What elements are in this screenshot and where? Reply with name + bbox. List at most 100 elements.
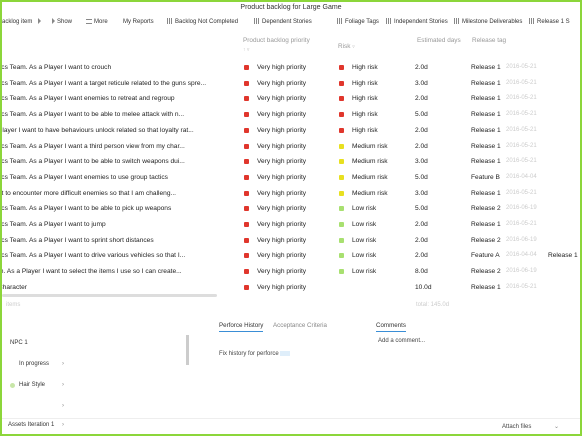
release-date: 2016-05-21: [506, 221, 537, 227]
vertical-scrollbar[interactable]: [186, 335, 189, 365]
risk-indicator: [339, 80, 344, 86]
estimated-days: 3.0d: [415, 189, 428, 197]
toolbar-item-6[interactable]: Foliage Tags: [337, 16, 379, 28]
story-title: tics Team. As a Player I want enemies to…: [0, 173, 168, 181]
priority-indicator: [244, 253, 249, 259]
priority-label: Very high priority: [257, 221, 307, 228]
toolbar-item-5[interactable]: Dependent Stories: [254, 16, 312, 28]
left-panel-item[interactable]: In progress: [19, 361, 49, 367]
table-footer-count: items: [6, 302, 21, 308]
estimated-days: 3.0d: [415, 79, 428, 87]
table-row[interactable]: tics Team. As a Player I want to be able…: [2, 154, 580, 170]
risk-indicator: [339, 206, 344, 212]
priority-label: Very high priority: [257, 142, 307, 150]
toolbar-item-2[interactable]: More: [86, 16, 108, 28]
risk-indicator: [339, 269, 344, 275]
risk-label: High risk: [352, 126, 378, 134]
chevron-right-icon[interactable]: ›: [62, 382, 64, 388]
release-tag: Release 1: [471, 95, 501, 103]
estimated-days: 2.0d: [415, 126, 428, 134]
header-priority[interactable]: Product backlog priority ↑ ▿: [243, 36, 313, 55]
risk-indicator: [339, 96, 344, 102]
tab-comments[interactable]: Comments: [376, 322, 406, 332]
estimated-days: 2.0d: [415, 64, 428, 71]
toolbar-item-label: Independent Stories: [394, 19, 448, 25]
left-panel-item[interactable]: NPC 1: [10, 340, 28, 346]
story-title: Player I want to have behaviours unlock …: [0, 126, 194, 134]
chevron-right-icon[interactable]: ›: [62, 422, 64, 428]
chevron-right-icon[interactable]: ›: [62, 361, 64, 367]
release-tag: Release 1: [471, 221, 501, 228]
left-panel-item[interactable]: Hair Style: [19, 382, 45, 388]
table-row[interactable]: tics Team. As a Player I want a target r…: [2, 76, 580, 92]
story-title: m. As a Player I want to select the item…: [0, 268, 182, 276]
risk-label: Low risk: [352, 268, 377, 276]
table-row[interactable]: nt to encounter more difficult enemies s…: [2, 186, 580, 202]
priority-label: Very high priority: [257, 205, 307, 213]
table-row[interactable]: tics Team. As a Player I want to be able…: [2, 107, 580, 123]
history-text: Fix history for perforce: [219, 351, 291, 357]
header-days[interactable]: Estimated days: [417, 36, 462, 45]
risk-label: Low risk: [352, 221, 377, 228]
table-row[interactable]: Player I want to have behaviours unlock …: [2, 123, 580, 139]
window-title: Product backlog for Large Game: [240, 4, 342, 11]
chevron-right-icon[interactable]: ›: [62, 403, 64, 409]
history-link[interactable]: [280, 351, 291, 356]
attach-files-button[interactable]: Attach files: [502, 424, 531, 430]
risk-label: Low risk: [352, 252, 377, 260]
table-footer-total: total: 145.0d: [416, 302, 450, 308]
toolbar-item-7[interactable]: Independent Stories: [386, 16, 448, 28]
table-row[interactable]: tics Team. As a Player I want to be able…: [2, 201, 580, 217]
risk-label: Medium risk: [352, 142, 388, 150]
risk-label: Low risk: [352, 205, 377, 213]
table-row[interactable]: tics Team. As a Player I want to crouch V…: [2, 60, 580, 76]
toolbar-item-1[interactable]: Show: [52, 16, 72, 28]
header-risk[interactable]: Risk ▿: [338, 42, 355, 52]
release-tag: Release 2: [471, 236, 501, 244]
table-row[interactable]: tics Team. As a Player I want to sprint …: [2, 233, 580, 249]
release-tag: Release 1: [471, 79, 501, 87]
table-row[interactable]: tics Team. As a Player I want enemies to…: [2, 91, 580, 107]
tab-comments-label: Comments: [376, 322, 406, 332]
priority-indicator: [244, 174, 249, 180]
header-release[interactable]: Release tag: [472, 36, 512, 45]
toolbar-item-3[interactable]: My Reports: [123, 16, 154, 28]
sort-icon[interactable]: ▿: [352, 44, 355, 50]
sort-icon[interactable]: ↑ ▿: [243, 47, 249, 53]
table-row[interactable]: tics Team. As a Player I want enemies to…: [2, 170, 580, 186]
horizontal-scrollbar[interactable]: [2, 294, 217, 297]
toolbar-item-0[interactable]: Backlog item: [0, 16, 43, 28]
release-date: 2016-05-21: [506, 64, 537, 70]
toolbar-item-label: Backlog Not Completed: [175, 19, 239, 25]
toolbar-item-label: Dependent Stories: [262, 19, 312, 25]
tab-perforce-history[interactable]: Perforce History: [219, 322, 264, 332]
priority-label: Very high priority: [257, 64, 307, 71]
risk-label: Medium risk: [352, 189, 388, 197]
toolbar-item-4[interactable]: Backlog Not Completed: [167, 16, 238, 28]
story-title: tics Team. As a Player I want a target r…: [0, 79, 207, 87]
release-tag: Release 1: [471, 111, 501, 119]
table-row[interactable]: tics Team. As a Player I want to jump Ver…: [2, 217, 580, 233]
priority-indicator: [244, 206, 249, 212]
toolbar-item-label: Backlog item: [0, 19, 33, 25]
story-title: tics Team. As a Player I want to sprint …: [0, 236, 154, 244]
toolbar-item-8[interactable]: Milestone Deliverables: [454, 16, 522, 28]
comment-input[interactable]: Add a comment...: [378, 338, 425, 344]
priority-label: Very high priority: [257, 173, 307, 181]
priority-label: Very high priority: [257, 79, 307, 87]
lines-icon: [86, 18, 92, 24]
tab-acceptance-criteria[interactable]: Acceptance Criteria: [273, 322, 327, 329]
story-title: tics Team. As a Player I want to jump: [0, 221, 106, 228]
table-row[interactable]: tics Team. As a Player I want a third pe…: [2, 139, 580, 155]
risk-label: High risk: [352, 111, 378, 119]
risk-indicator: [339, 65, 344, 70]
table-row[interactable]: m. As a Player I want to select the item…: [2, 264, 580, 280]
toolbar-item-9[interactable]: Release 1 S: [529, 16, 570, 28]
risk-label: High risk: [352, 79, 378, 87]
risk-indicator: [339, 143, 344, 149]
table-row[interactable]: tics Team. As a Player I want to drive v…: [2, 248, 580, 264]
left-panel-item[interactable]: Assets Iteration 1: [8, 422, 54, 428]
chevron-down-icon[interactable]: ⌄: [554, 423, 559, 430]
estimated-days: 5.0d: [415, 205, 428, 213]
priority-indicator: [244, 65, 249, 70]
